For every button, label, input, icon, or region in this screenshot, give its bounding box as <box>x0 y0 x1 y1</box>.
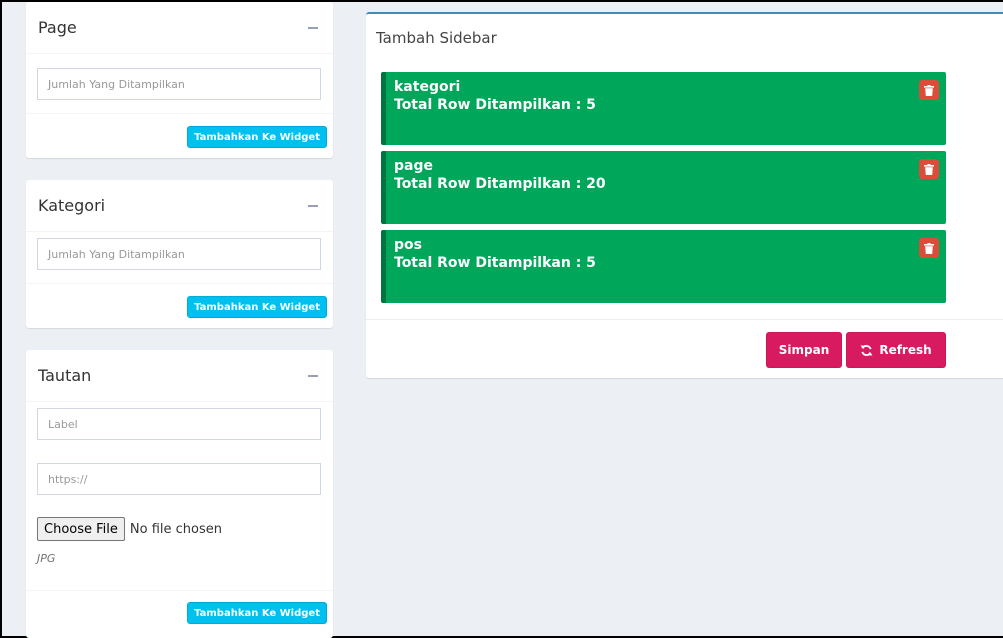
widget-item-kategori: kategori Total Row Ditampilkan : 5 <box>381 72 946 145</box>
divider <box>26 113 333 114</box>
trash-icon <box>924 84 934 96</box>
item-detail: Total Row Ditampilkan : 5 <box>394 255 596 271</box>
file-input: Choose File No file chosen <box>37 517 222 541</box>
box-header: Tautan <box>26 350 333 402</box>
choose-file-button[interactable]: Choose File <box>37 517 125 541</box>
collapse-icon[interactable] <box>308 374 318 377</box>
item-name: pos <box>394 237 422 253</box>
box-header: Kategori <box>26 180 333 232</box>
sidebar-title: Tambah Sidebar <box>376 29 497 47</box>
divider <box>366 319 1003 320</box>
item-name: kategori <box>394 79 461 95</box>
add-to-widget-button[interactable]: Tambahkan Ke Widget <box>187 296 327 318</box>
box-title: Kategori <box>38 196 106 215</box>
delete-button[interactable] <box>919 80 939 100</box>
widget-item-pos: pos Total Row Ditampilkan : 5 <box>381 230 946 303</box>
delete-button[interactable] <box>919 159 939 179</box>
quantity-input[interactable]: Jumlah Yang Ditampilkan <box>37 238 321 270</box>
save-button[interactable]: Simpan <box>766 332 842 368</box>
refresh-button[interactable]: Refresh <box>846 332 946 368</box>
file-status: No file chosen <box>129 521 222 537</box>
file-hint: JPG <box>37 552 56 565</box>
quantity-input[interactable]: Jumlah Yang Ditampilkan <box>37 68 321 100</box>
tautan-widget-box: Tautan Label https:// Choose File No fil… <box>26 350 333 638</box>
divider <box>26 590 333 591</box>
refresh-icon <box>860 344 873 356</box>
divider <box>26 283 333 284</box>
box-title: Tautan <box>38 366 92 385</box>
collapse-icon[interactable] <box>308 26 318 29</box>
url-input[interactable]: https:// <box>37 463 321 495</box>
trash-icon <box>924 242 934 254</box>
box-title: Page <box>38 18 77 37</box>
item-name: page <box>394 158 433 174</box>
collapse-icon[interactable] <box>308 204 318 207</box>
add-to-widget-button[interactable]: Tambahkan Ke Widget <box>187 126 327 148</box>
trash-icon <box>924 163 934 175</box>
item-detail: Total Row Ditampilkan : 20 <box>394 176 606 192</box>
refresh-label: Refresh <box>879 343 932 357</box>
kategori-widget-box: Kategori Jumlah Yang Ditampilkan Tambahk… <box>26 180 333 328</box>
sidebar-box: Tambah Sidebar kategori Total Row Ditamp… <box>366 12 1003 378</box>
label-input[interactable]: Label <box>37 408 321 440</box>
item-detail: Total Row Ditampilkan : 5 <box>394 97 596 113</box>
widget-item-page: page Total Row Ditampilkan : 20 <box>381 151 946 224</box>
add-to-widget-button[interactable]: Tambahkan Ke Widget <box>187 602 327 624</box>
box-header: Page <box>26 2 333 54</box>
page-widget-box: Page Jumlah Yang Ditampilkan Tambahkan K… <box>26 2 333 158</box>
delete-button[interactable] <box>919 238 939 258</box>
